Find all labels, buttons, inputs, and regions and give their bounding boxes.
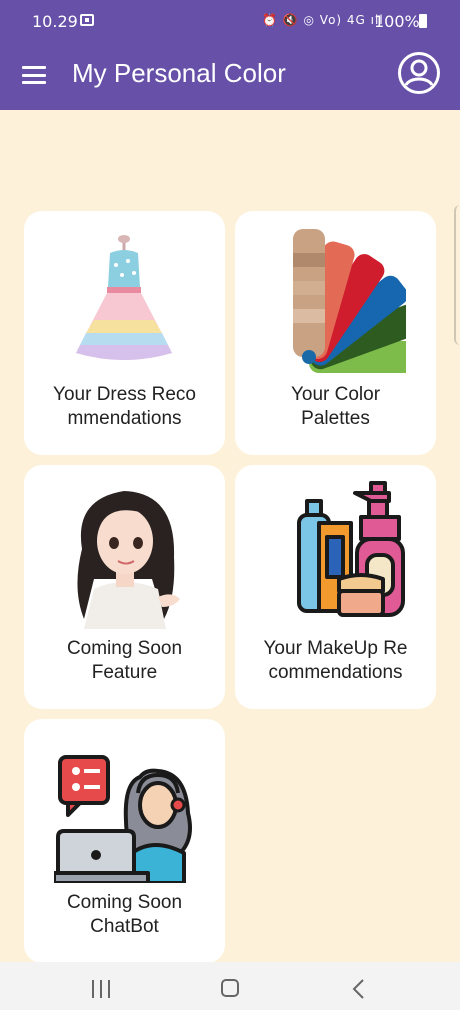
account-circle-icon[interactable] xyxy=(397,51,441,95)
system-navigation-bar xyxy=(0,962,460,1010)
battery-icon xyxy=(419,14,427,28)
card-label: Your Dress Reco mmendations xyxy=(53,384,196,429)
card-color-palettes[interactable]: Your Color Palettes xyxy=(235,211,436,455)
page-title: My Personal Color xyxy=(72,58,286,88)
chatbot-agent-icon xyxy=(54,755,192,883)
menu-icon[interactable] xyxy=(22,66,46,84)
home-icon[interactable] xyxy=(221,979,239,997)
status-bar: 10.29 ⏰ 🔇 ◎ Vo) 4G ıll 100% xyxy=(0,0,460,44)
card-makeup-recommendations[interactable]: Your MakeUp Re commendations xyxy=(235,465,436,709)
recent-apps-icon[interactable] xyxy=(92,980,112,998)
status-time: 10.29 xyxy=(32,12,78,31)
back-icon[interactable] xyxy=(350,978,368,1000)
card-dress-recommendations[interactable]: Your Dress Reco mmendations xyxy=(24,211,225,455)
status-indicators: ⏰ 🔇 ◎ Vo) 4G ıll xyxy=(262,13,384,27)
card-coming-soon-chatbot[interactable]: Coming Soon ChatBot xyxy=(24,719,225,963)
girl-avatar-icon xyxy=(77,491,180,629)
card-label: Coming Soon Feature xyxy=(66,638,183,683)
card-coming-soon-feature[interactable]: Coming Soon Feature xyxy=(24,465,225,709)
card-label: Your Color Palettes xyxy=(290,384,381,429)
makeup-icon xyxy=(297,481,405,617)
card-label: Coming Soon ChatBot xyxy=(66,892,183,937)
scroll-indicator xyxy=(454,205,460,345)
app-bar: My Personal Color xyxy=(0,44,460,110)
card-label: Your MakeUp Re commendations xyxy=(263,638,408,683)
dress-icon xyxy=(76,235,172,360)
screencast-icon xyxy=(80,14,94,26)
color-palette-icon xyxy=(293,229,406,373)
battery-percentage: 100% xyxy=(374,12,420,31)
